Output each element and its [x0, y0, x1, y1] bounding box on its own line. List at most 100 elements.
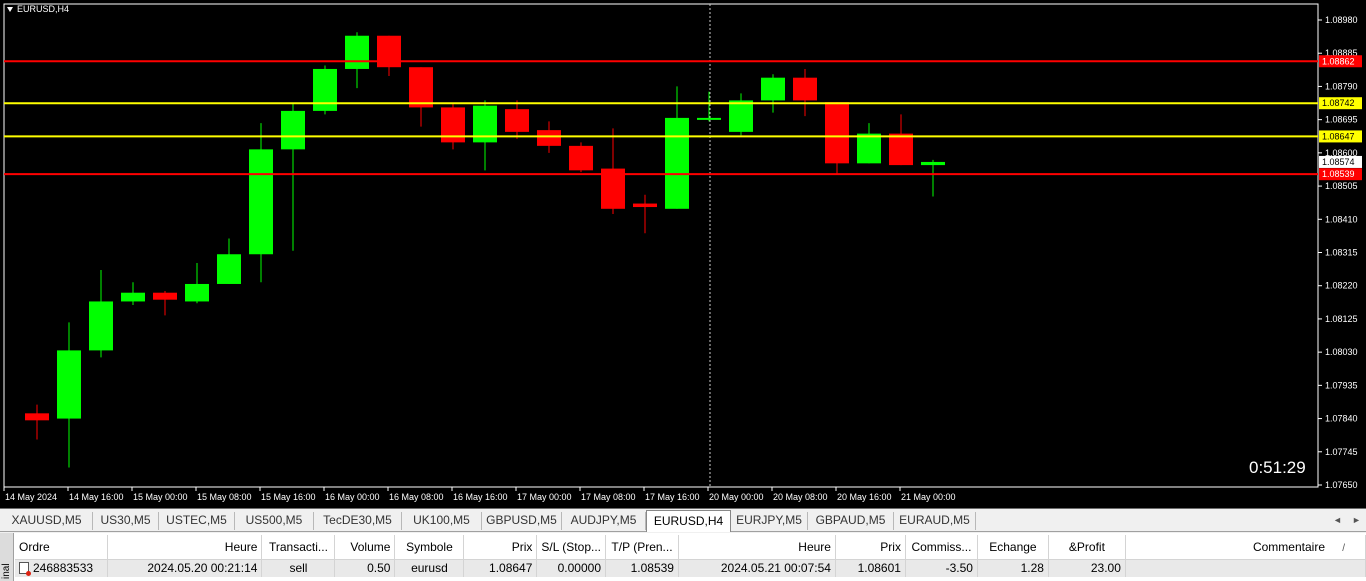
table-cell	[1125, 559, 1366, 577]
price-tick-label: 1.08790	[1325, 81, 1358, 91]
candle-body	[505, 109, 529, 132]
column-header[interactable]: Prix	[835, 535, 906, 560]
candle-body	[729, 100, 753, 132]
chart-tab-ustec-m5[interactable]: USTEC,M5	[159, 512, 235, 530]
table-cell: 246883533	[15, 559, 109, 577]
table-cell: 2024.05.20 00:21:14	[107, 559, 263, 577]
price-tick-label: 1.08505	[1325, 181, 1358, 191]
column-header[interactable]: Echange	[977, 535, 1049, 560]
time-tick-label: 14 May 16:00	[69, 492, 124, 502]
column-header[interactable]: Prix	[463, 535, 538, 560]
candle-body	[697, 117, 721, 120]
price-tag-label: 1.08647	[1322, 131, 1355, 141]
price-tick-label: 1.07650	[1325, 480, 1358, 490]
column-header[interactable]: S/L (Stop...	[536, 535, 606, 560]
candle-body	[185, 283, 209, 302]
chart-tabs-bar: XAUUSD,M5 US30,M5 USTEC,M5 US500,M5 TecDE30,…	[0, 509, 1366, 532]
terminal-side-label-text: inal	[1, 563, 12, 579]
time-tick-label: 20 May 08:00	[773, 492, 828, 502]
candle-body	[345, 35, 369, 69]
candle-body	[665, 117, 689, 209]
sort-indicator-icon: /	[1342, 543, 1345, 554]
column-header[interactable]: Transacti...	[261, 535, 336, 560]
table-cell-value: 0.50	[367, 561, 391, 576]
table-cell-value: 1.28	[1020, 561, 1044, 576]
chart-tab-us500-m5[interactable]: US500,M5	[235, 512, 314, 530]
chart-tab-us30-m5[interactable]: US30,M5	[93, 512, 159, 530]
bar-countdown-timer: 0:51:29	[1249, 458, 1306, 477]
column-header[interactable]: Commentaire /	[1125, 535, 1366, 560]
column-header[interactable]: Ordre	[15, 535, 109, 560]
price-tag-label: 1.08574	[1322, 157, 1355, 167]
candle-body	[89, 301, 113, 351]
table-cell: 0.50	[334, 559, 396, 577]
candle-body	[281, 110, 305, 150]
chart-tab-uk100-m5[interactable]: UK100,M5	[402, 512, 482, 530]
column-header[interactable]: Commiss...	[905, 535, 978, 560]
time-tick-label: 16 May 16:00	[453, 492, 508, 502]
column-header[interactable]: &Profit	[1048, 535, 1126, 560]
time-tick-label: 14 May 2024	[5, 492, 57, 502]
candle-body	[921, 161, 945, 166]
price-tick-label: 1.07745	[1325, 447, 1358, 457]
candle-body	[569, 145, 593, 171]
table-cell-value: -3.50	[945, 561, 973, 576]
chart-symbol-menu[interactable]: EURUSD,H4	[7, 4, 69, 14]
dropdown-triangle-icon[interactable]	[7, 6, 13, 12]
chart-tab-tecde30-m5[interactable]: TecDE30,M5	[314, 512, 402, 530]
terminal-side-label[interactable]: inal	[0, 533, 14, 581]
price-tag-label: 1.08742	[1322, 98, 1355, 108]
column-header[interactable]: Heure	[678, 535, 836, 560]
table-cell-value: 2024.05.21 00:07:54	[720, 561, 831, 576]
time-tick-label: 16 May 08:00	[389, 492, 444, 502]
column-header[interactable]: Heure	[107, 535, 263, 560]
table-row[interactable]: 246883533 2024.05.20 00:21:14 sell 0.50 euru…	[15, 559, 1366, 577]
table-cell: 2024.05.21 00:07:54	[678, 559, 836, 577]
column-header[interactable]: T/P (Pren...	[605, 535, 679, 560]
time-tick-label: 17 May 08:00	[581, 492, 636, 502]
chart-tab-audjpy-m5[interactable]: AUDJPY,M5	[562, 512, 646, 530]
price-tick-label: 1.08695	[1325, 115, 1358, 125]
time-tick-label: 17 May 00:00	[517, 492, 572, 502]
time-tick-label: 16 May 00:00	[325, 492, 380, 502]
candle-body	[825, 102, 849, 164]
app-window: 1.08980 1.08885 1.08790 1.08695 1.08600 1.085…	[0, 0, 1366, 581]
chart-tab-xauusd-m5[interactable]: XAUUSD,M5	[1, 512, 93, 530]
chart-tab-eurjpy-m5[interactable]: EURJPY,M5	[731, 512, 808, 530]
price-tag-label: 1.08539	[1322, 169, 1355, 179]
time-tick-label: 20 May 16:00	[837, 492, 892, 502]
table-cell-value: 0.00000	[557, 561, 601, 576]
table-cell-value: eurusd	[411, 561, 448, 576]
table-cell-value: 23.00	[1090, 561, 1121, 576]
tabs-scroll-right-icon[interactable]: ►	[1352, 515, 1361, 525]
price-tick-label: 1.08980	[1325, 15, 1358, 25]
candle-body	[537, 130, 561, 146]
table-cell-value: 1.08601	[857, 561, 901, 576]
table-cell-value: 1.08539	[630, 561, 674, 576]
column-header[interactable]: Symbole	[394, 535, 465, 560]
time-tick-label: 15 May 08:00	[197, 492, 252, 502]
price-tag-label: 1.08862	[1322, 56, 1355, 66]
chart-window[interactable]: 1.08980 1.08885 1.08790 1.08695 1.08600 1.085…	[0, 0, 1366, 509]
chart-tab-gbpaud-m5[interactable]: GBPAUD,M5	[808, 512, 894, 530]
column-header[interactable]: Volume	[334, 535, 396, 560]
table-cell-value: 1.08647	[489, 561, 533, 576]
table-cell: 1.08647	[463, 559, 538, 577]
chart-tab-gbpusd-m5[interactable]: GBPUSD,M5	[482, 512, 562, 530]
table-cell-value: 246883533	[33, 561, 94, 576]
candle-body	[249, 149, 273, 255]
candle-body	[313, 68, 337, 111]
candle-body	[889, 133, 913, 166]
candle-body	[57, 350, 81, 419]
candle-body	[793, 77, 817, 101]
time-tick-label: 15 May 16:00	[261, 492, 316, 502]
table-cell: 23.00	[1048, 559, 1126, 577]
table-cell: -3.50	[905, 559, 978, 577]
terminal-panel: inal Ordre Heure Transacti... Volume Symbole…	[0, 533, 1366, 581]
price-tick-label: 1.08030	[1325, 347, 1358, 357]
tabs-scroll-left-icon[interactable]: ◄	[1333, 515, 1342, 525]
chart-tab-euraud-m5[interactable]: EURAUD,M5	[894, 512, 976, 530]
candlestick-chart[interactable]: 1.089801.088851.087901.086951.086001.085…	[0, 0, 1366, 508]
price-tick-label: 1.08220	[1325, 281, 1358, 291]
chart-tab-eurusd-h4[interactable]: EURUSD,H4	[646, 510, 731, 532]
